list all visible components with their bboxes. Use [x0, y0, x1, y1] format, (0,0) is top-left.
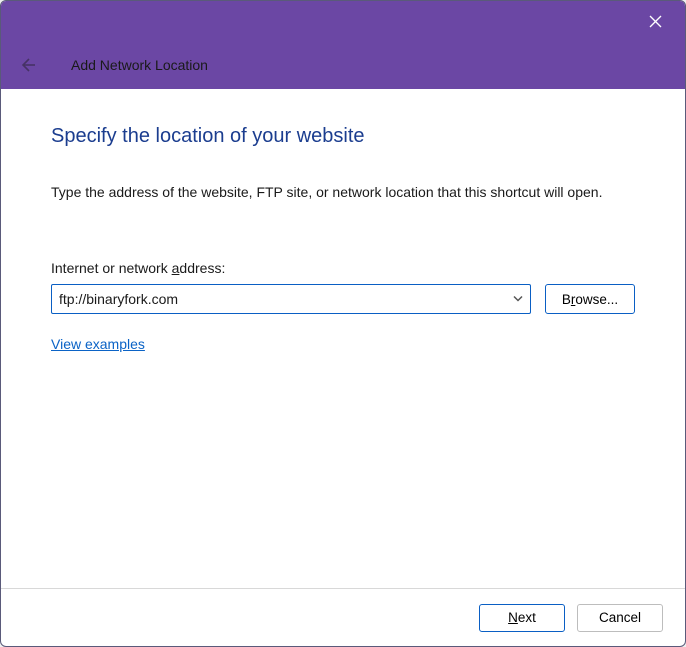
- address-label: Internet or network address:: [51, 260, 635, 276]
- wizard-footer: Next Cancel: [1, 588, 685, 646]
- address-row: Browse...: [51, 284, 635, 314]
- close-button[interactable]: [643, 9, 667, 33]
- back-arrow-icon: [20, 57, 36, 73]
- wizard-title: Add Network Location: [71, 57, 208, 73]
- close-icon: [649, 15, 662, 28]
- view-examples-link[interactable]: View examples: [51, 336, 145, 352]
- browse-button[interactable]: Browse...: [545, 284, 635, 314]
- wizard-header: Add Network Location: [1, 41, 685, 89]
- instruction-text: Type the address of the website, FTP sit…: [51, 184, 635, 200]
- next-button[interactable]: Next: [479, 604, 565, 632]
- titlebar: [1, 1, 685, 41]
- page-heading: Specify the location of your website: [51, 125, 635, 148]
- address-combo[interactable]: [51, 284, 531, 314]
- wizard-content: Specify the location of your website Typ…: [1, 89, 685, 588]
- wizard-window: Add Network Location Specify the locatio…: [0, 0, 686, 647]
- cancel-button[interactable]: Cancel: [577, 604, 663, 632]
- address-input[interactable]: [51, 284, 531, 314]
- back-button: [19, 56, 37, 74]
